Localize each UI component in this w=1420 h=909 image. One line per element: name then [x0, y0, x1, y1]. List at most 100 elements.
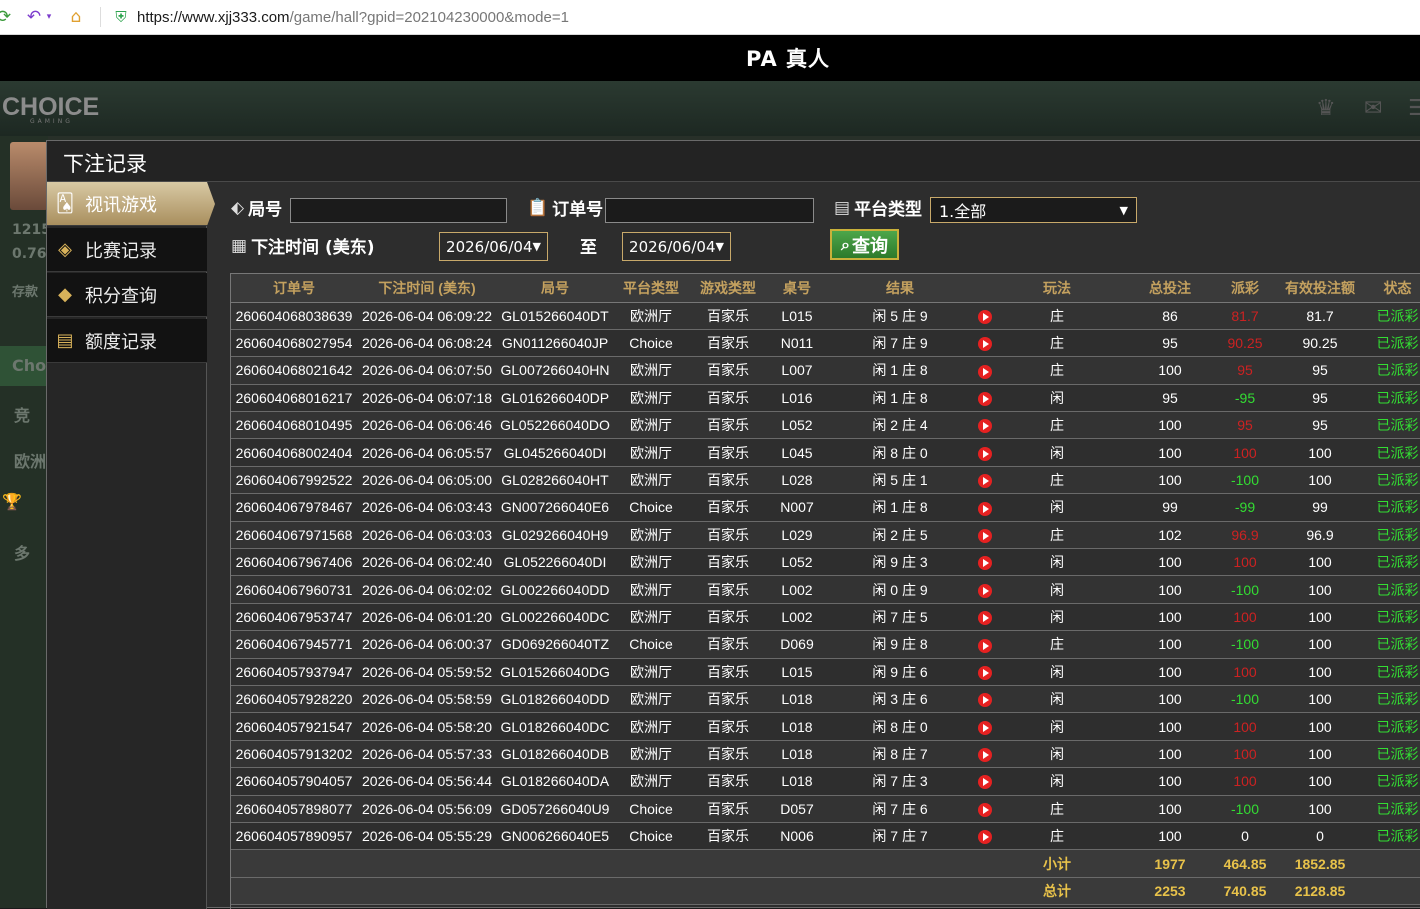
column-header[interactable]: 下注时间 (美东)	[357, 274, 497, 303]
round-input[interactable]	[290, 198, 507, 223]
table-row: 260604067960731 2026-06-04 06:02:02 GL0022…	[231, 575, 1420, 604]
menu-icon[interactable]: ☰	[1408, 96, 1420, 121]
play-video-icon[interactable]	[978, 638, 992, 653]
play-video-icon[interactable]	[978, 474, 992, 489]
bet-time-cell: 2026-06-04 05:56:44	[357, 767, 497, 796]
round-id-cell: GL018266040DB	[497, 740, 613, 769]
valid-bet-cell: 90.25	[1267, 329, 1373, 358]
platform-cell: 欧洲厅	[613, 740, 689, 769]
column-header[interactable]: 游戏类型	[689, 274, 767, 303]
game-type-cell: 百家乐	[689, 466, 767, 495]
round-id-cell: GN007266040E6	[497, 493, 613, 522]
status-cell: 已派彩	[1373, 630, 1420, 659]
replay-cell	[973, 521, 997, 550]
play-video-icon[interactable]	[978, 337, 992, 352]
play-video-icon[interactable]	[978, 556, 992, 571]
date-to-picker[interactable]: 2026/06/04 ▼	[622, 232, 731, 261]
play-video-icon[interactable]	[978, 501, 992, 516]
column-header[interactable]: 玩法	[997, 274, 1117, 303]
total-bet-cell: 100	[1117, 795, 1223, 823]
play-video-icon[interactable]	[978, 693, 992, 708]
cards-icon: 🂡	[55, 193, 75, 214]
reload-icon[interactable]: ⟳	[0, 7, 14, 27]
play-video-icon[interactable]	[978, 611, 992, 626]
play-video-icon[interactable]	[978, 364, 992, 379]
play-video-icon[interactable]	[978, 446, 992, 461]
background-menu-3[interactable]: 多	[14, 540, 30, 564]
play-video-icon[interactable]	[978, 775, 992, 790]
sidebar-item-live-games[interactable]: 🂡 视讯游戏	[47, 182, 215, 226]
game-type-cell: 百家乐	[689, 575, 767, 604]
replay-cell	[973, 438, 997, 467]
chat-icon[interactable]: ✉	[1364, 96, 1382, 121]
total-bet-cell: 102	[1117, 521, 1223, 550]
play-video-icon[interactable]	[978, 802, 992, 817]
game-type-cell: 百家乐	[689, 603, 767, 632]
play-video-icon[interactable]	[978, 830, 992, 845]
game-type-cell: 百家乐	[689, 548, 767, 577]
valid-bet-cell: 100	[1267, 740, 1373, 769]
bet-type-cell: 闲	[997, 658, 1117, 686]
play-video-icon[interactable]	[978, 583, 992, 598]
replay-cell	[973, 493, 997, 522]
payout-cell: -100	[1223, 466, 1267, 495]
column-header[interactable]: 平台类型	[613, 274, 689, 303]
bet-type-cell: 庄	[997, 795, 1117, 823]
sidebar-item-credit-records[interactable]: ▤ 额度记录	[47, 319, 207, 363]
result-cell: 闲 3 庄 6	[827, 685, 973, 714]
payout-cell: -100	[1223, 685, 1267, 714]
status-cell: 已派彩	[1373, 712, 1420, 741]
dropdown-arrow-icon[interactable]: ▾	[44, 7, 54, 27]
deposit-link[interactable]: 存款	[12, 281, 38, 300]
calendar-icon: ▦	[231, 235, 248, 256]
background-menu-1[interactable]: 竞	[14, 402, 30, 426]
order-id-cell: 260604057928220	[231, 685, 357, 714]
order-input[interactable]	[605, 198, 814, 223]
play-video-icon[interactable]	[978, 419, 992, 434]
order-id-cell: 260604057904057	[231, 767, 357, 796]
bet-type-cell: 闲	[997, 712, 1117, 741]
play-video-icon[interactable]	[978, 665, 992, 680]
valid-bet-cell: 100	[1267, 548, 1373, 577]
valid-bet-cell: 0	[1267, 822, 1373, 851]
bet-type-cell: 庄	[997, 302, 1117, 330]
column-header[interactable]: 状态	[1373, 274, 1420, 303]
play-video-icon[interactable]	[978, 748, 992, 763]
column-header[interactable]: 有效投注额	[1267, 274, 1373, 303]
play-video-icon[interactable]	[978, 528, 992, 543]
column-header[interactable]: 桌号	[767, 274, 827, 303]
play-video-icon[interactable]	[978, 309, 992, 324]
total-label: 总计	[997, 877, 1117, 906]
query-button[interactable]: ⌕ 查询	[830, 229, 899, 260]
status-cell: 已派彩	[1373, 795, 1420, 823]
column-header[interactable]: 结果	[827, 274, 973, 303]
back-icon[interactable]: ↶	[24, 7, 44, 27]
column-header[interactable]: 派彩	[1223, 274, 1267, 303]
url-field[interactable]: https://www.xjj333.com/game/hall?gpid=20…	[137, 9, 569, 26]
table-row: 260604057913202 2026-06-04 05:57:33 GL0182…	[231, 740, 1420, 769]
sidebar-item-match-records[interactable]: ◈ 比赛记录	[47, 228, 207, 272]
platform-select-value: 1.全部	[939, 202, 987, 221]
status-cell: 已派彩	[1373, 521, 1420, 550]
play-video-icon[interactable]	[978, 392, 992, 407]
total-payout: 740.85	[1223, 877, 1267, 906]
date-from-picker[interactable]: 2026/06/04 ▼	[439, 232, 548, 261]
status-cell: 已派彩	[1373, 740, 1420, 769]
table-id-cell: L045	[767, 438, 827, 467]
valid-bet-cell: 100	[1267, 658, 1373, 686]
play-video-icon[interactable]	[978, 720, 992, 735]
column-header[interactable]: 总投注	[1117, 274, 1223, 303]
result-cell: 闲 1 庄 8	[827, 356, 973, 385]
sidebar-item-points[interactable]: ◆ 积分查询	[47, 273, 207, 317]
home-icon[interactable]: ⌂	[66, 7, 86, 27]
background-menu-2[interactable]: 欧洲	[14, 448, 46, 472]
payout-cell: 100	[1223, 767, 1267, 796]
platform-select[interactable]: 1.全部 ▼	[930, 197, 1137, 223]
column-header[interactable]: 局号	[497, 274, 613, 303]
column-header[interactable]: 订单号	[231, 274, 357, 303]
subtotal-valid-bet: 1852.85	[1267, 849, 1373, 878]
order-id-cell: 260604057913202	[231, 740, 357, 769]
sidebar-item-label: 积分查询	[85, 285, 157, 307]
vip-crown-icon[interactable]: ♛	[1316, 96, 1336, 121]
status-cell: 已派彩	[1373, 384, 1420, 413]
